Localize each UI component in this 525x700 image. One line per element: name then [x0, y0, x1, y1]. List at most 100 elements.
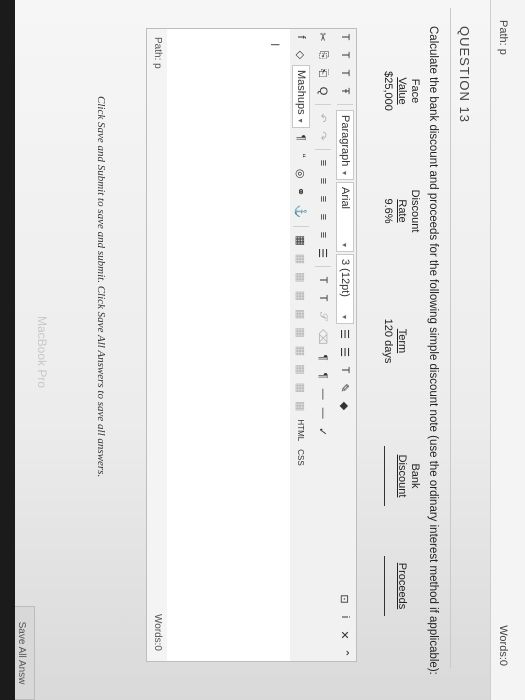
proceeds-blank: [384, 556, 395, 616]
undo-icon[interactable]: ↶: [314, 110, 332, 126]
bank-discount-blank: [384, 446, 395, 506]
table-row-props-icon[interactable]: ▦: [292, 251, 310, 267]
toolbar-row-2: ✂ ⎘ ⎗ Q ↶ ↷ ≡ ≡ ≡ ≡ ≡ ☰ T T 𝒮 ⌫ ¶ ¶ — — …: [311, 29, 334, 661]
link-icon[interactable]: 𝒮: [314, 308, 332, 324]
chevron-down-icon: ▾: [340, 242, 350, 247]
toolbar-row-1: T T T Ŧ Paragraph ▾ Arial ▾ 3 (12pt) ▾ ☰…: [333, 29, 356, 661]
cut-icon[interactable]: ✂: [314, 29, 332, 45]
paste-icon[interactable]: ⎗: [314, 65, 332, 81]
header-discount-rate: Rate: [396, 199, 408, 223]
merge-cells-icon[interactable]: ▦: [292, 398, 310, 414]
header-bank-discount: Discount: [396, 454, 408, 498]
chevron-down-icon: ▾: [340, 170, 350, 175]
horizontal-rule-icon[interactable]: —: [314, 386, 332, 403]
align-justify-icon[interactable]: ≡: [314, 209, 332, 225]
italic-button[interactable]: T: [336, 47, 354, 63]
blockquote-icon[interactable]: “: [292, 148, 310, 164]
question-title: QUESTION 13: [457, 26, 472, 123]
header-bank-line1: Bank: [409, 463, 421, 489]
question-prompt: Calculate the bank discount and proceeds…: [427, 26, 439, 675]
header-term-line1: [408, 276, 421, 406]
paragraph-mark-icon[interactable]: ¶: [292, 130, 310, 146]
copy-icon[interactable]: ⎘: [314, 47, 332, 63]
chevron-down-icon: ▾: [340, 314, 350, 319]
mashups-select[interactable]: Mashups ▾: [292, 65, 310, 128]
editor-word-count: Words:0: [152, 613, 163, 651]
mashups-select-value: Mashups: [295, 70, 307, 115]
redo-icon[interactable]: ↷: [314, 128, 332, 144]
text-color-icon[interactable]: T: [336, 362, 354, 378]
insert-row-after-icon[interactable]: ▦: [292, 306, 310, 322]
highlight-pen-icon[interactable]: ✎: [336, 380, 354, 396]
emoticon-icon[interactable]: ◎: [292, 166, 310, 182]
insert-col-after-icon[interactable]: ▦: [292, 361, 310, 377]
eraser-icon[interactable]: ◆: [336, 398, 354, 414]
spellcheck-icon[interactable]: ✓: [314, 424, 332, 440]
bullet-list-icon[interactable]: ☰: [336, 326, 354, 342]
underline-button[interactable]: T: [336, 65, 354, 81]
cell-discount-rate: 9.6%: [382, 198, 394, 224]
paragraph-select-value: Paragraph: [339, 115, 351, 167]
header-term: Term: [396, 328, 408, 354]
formula-icon[interactable]: f: [292, 29, 310, 45]
font-family-select[interactable]: Arial ▾: [336, 182, 354, 252]
strikethrough-button[interactable]: Ŧ: [336, 83, 354, 99]
submit-instructions: Click Save and Submit to save and submit…: [95, 96, 107, 478]
header-proceeds: Proceeds: [396, 562, 408, 610]
align-right-icon[interactable]: ≡: [314, 191, 332, 207]
paragraph-rtl-icon[interactable]: ¶: [314, 368, 332, 384]
header-face-value: Value: [396, 77, 408, 105]
indent-icon[interactable]: ☰: [314, 245, 332, 261]
rich-text-editor: T T T Ŧ Paragraph ▾ Arial ▾ 3 (12pt) ▾ ☰…: [165, 28, 357, 662]
toolbar-separator: [337, 104, 353, 105]
path-label: Path: p: [497, 20, 509, 55]
unlink-icon[interactable]: ⌫: [314, 326, 332, 348]
collapse-icon[interactable]: ⌃: [336, 645, 354, 661]
bold-button[interactable]: T: [336, 29, 354, 45]
cell-term: 120 days: [382, 318, 394, 364]
insert-row-before-icon[interactable]: ▦: [292, 288, 310, 304]
delete-row-icon[interactable]: ▦: [292, 324, 310, 340]
editor-status-bar: Path: p Words:0: [146, 28, 167, 662]
subscript-icon[interactable]: T: [314, 290, 332, 306]
align-center-icon[interactable]: ≡: [314, 173, 332, 189]
css-button[interactable]: CSS: [292, 446, 310, 468]
superscript-icon[interactable]: T: [314, 272, 332, 288]
table-cell-props-icon[interactable]: ▦: [292, 269, 310, 285]
text-cursor: I: [268, 43, 282, 47]
screen: Path: p Words:0 QUESTION 13 Calculate th…: [0, 0, 525, 700]
anchor-icon[interactable]: ⚓: [292, 202, 310, 222]
fullscreen-icon[interactable]: ✕: [336, 627, 354, 643]
cell-bank-discount: [380, 406, 395, 546]
font-size-select[interactable]: 3 (12pt) ▾: [336, 254, 354, 324]
paragraph-select[interactable]: Paragraph ▾: [336, 110, 354, 180]
insert-col-before-icon[interactable]: ▦: [292, 343, 310, 359]
find-icon[interactable]: Q: [314, 83, 332, 99]
discount-note-table: Face Discount Bank Value Rate Term Disco…: [380, 36, 421, 626]
table-icon[interactable]: ▦: [292, 232, 310, 248]
html-button[interactable]: HTML: [292, 416, 310, 444]
cell-proceeds: [380, 546, 395, 626]
paragraph-ltr-icon[interactable]: ¶: [314, 350, 332, 366]
toolbar-row-3: f ◇ Mashups ▾ ¶ “ ◎ ⚭ ⚓ ▦ ▦ ▦ ▦ ▦ ▦ ▦ ▦ …: [289, 29, 312, 661]
editor-text-area[interactable]: I: [166, 29, 290, 661]
header-rate-line1: Discount: [409, 189, 421, 233]
header-proceeds-line1: [408, 546, 421, 626]
preview-icon[interactable]: ⊡: [336, 591, 354, 607]
font-family-select-value: Arial: [339, 187, 351, 210]
delete-col-icon[interactable]: ▦: [292, 380, 310, 396]
word-count: Words:0: [497, 625, 509, 666]
outdent-icon[interactable]: ≡: [314, 227, 332, 243]
font-size-select-value: 3 (12pt): [339, 259, 351, 297]
question-header: QUESTION 13: [450, 8, 475, 668]
numbered-list-icon[interactable]: ☰: [336, 344, 354, 360]
chevron-down-icon: ▾: [296, 118, 306, 123]
top-status-bar: Path: p Words:0: [490, 0, 525, 700]
insert-link-icon[interactable]: ⚭: [292, 184, 310, 200]
nonbreaking-icon[interactable]: —: [314, 405, 332, 422]
editor-path-label: Path: p: [152, 37, 163, 69]
header-face-line1: Face: [409, 78, 421, 104]
align-left-icon[interactable]: ≡: [314, 155, 332, 171]
info-icon[interactable]: i: [336, 609, 354, 625]
mashups-icon[interactable]: ◇: [292, 47, 310, 63]
